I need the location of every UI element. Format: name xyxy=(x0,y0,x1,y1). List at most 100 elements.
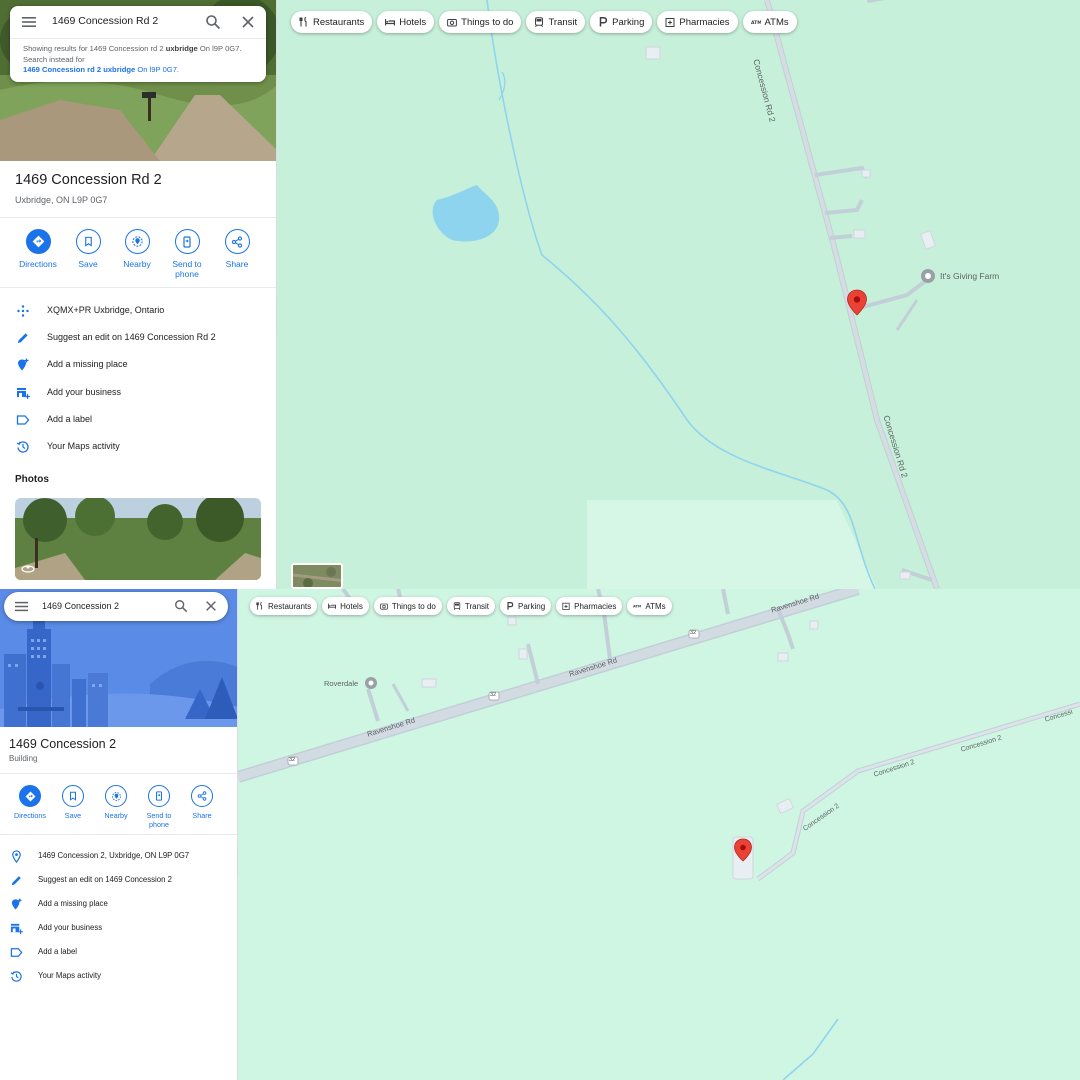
add-business-icon xyxy=(17,388,30,399)
spelling-suggestion: Showing results for 1469 Concession rd 2… xyxy=(23,44,242,74)
phone-icon xyxy=(156,791,162,801)
nearby-button[interactable]: Nearby xyxy=(94,785,138,820)
chip-restaurants[interactable]: Restaurants xyxy=(250,597,318,615)
nearby-icon xyxy=(111,791,121,801)
street-view-photo[interactable] xyxy=(15,498,261,580)
maps-activity-row[interactable]: Your Maps activity xyxy=(0,438,276,458)
add-label-text: Add a label xyxy=(38,947,78,956)
chip-transit[interactable]: Transit xyxy=(526,11,586,33)
suggest-edit-row[interactable]: Suggest an edit on 1469 Concession Rd 2 xyxy=(0,329,276,349)
add-label-row[interactable]: Add a label xyxy=(0,411,276,431)
poi-marker-icon xyxy=(921,269,935,283)
save-button[interactable]: Save xyxy=(51,785,95,820)
add-missing-place-row[interactable]: Add a missing place xyxy=(0,356,276,376)
poi-label[interactable]: Roverdale xyxy=(324,679,358,688)
camera-icon xyxy=(447,19,458,27)
plus-code-icon xyxy=(17,305,29,317)
save-button[interactable]: Save xyxy=(63,229,113,269)
add-place-icon xyxy=(18,358,29,371)
divider xyxy=(0,834,237,835)
map-canvas[interactable]: Concession Rd 2 Concession Rd 2 It's Giv… xyxy=(277,0,1080,589)
hotel-icon xyxy=(385,19,396,26)
add-label-row[interactable]: Add a label xyxy=(0,944,237,962)
divider xyxy=(0,217,276,218)
maps-activity-text: Your Maps activity xyxy=(47,441,120,451)
menu-icon[interactable] xyxy=(22,15,36,29)
directions-button[interactable]: Directions xyxy=(13,229,63,269)
send-to-phone-button[interactable]: Send to phone xyxy=(162,229,212,279)
plus-code-text: XQMX+PR Uxbridge, Ontario xyxy=(47,305,165,315)
maps-activity-row[interactable]: Your Maps activity xyxy=(0,968,237,986)
chip-hotels[interactable]: Hotels xyxy=(322,597,369,615)
add-missing-place-row[interactable]: Add a missing place xyxy=(0,896,237,914)
chip-parking[interactable]: Parking xyxy=(590,11,653,33)
chip-parking[interactable]: Parking xyxy=(500,597,552,615)
chip-atms[interactable]: ATM ATMs xyxy=(627,597,672,615)
chip-things-to-do[interactable]: Things to do xyxy=(439,11,522,33)
close-icon[interactable] xyxy=(240,14,256,30)
search-icon[interactable] xyxy=(205,14,221,30)
search-box: 1469 Concession 2 xyxy=(4,592,228,621)
add-missing-place-text: Add a missing place xyxy=(38,899,108,908)
add-place-icon xyxy=(11,898,22,910)
nearby-button[interactable]: Nearby xyxy=(112,229,162,269)
plus-code-row[interactable]: XQMX+PR Uxbridge, Ontario xyxy=(0,302,276,322)
chip-atms[interactable]: ATM ATMs xyxy=(742,11,797,33)
divider xyxy=(0,287,276,288)
directions-button[interactable]: Directions xyxy=(8,785,52,820)
menu-icon[interactable] xyxy=(15,600,28,613)
share-label: Share xyxy=(225,259,249,269)
send-to-phone-button[interactable]: Send to phone xyxy=(137,785,181,829)
directions-icon xyxy=(32,235,44,248)
street-view-icon xyxy=(21,565,35,573)
chip-transit[interactable]: Transit xyxy=(446,597,496,615)
satellite-layer-toggle[interactable] xyxy=(291,563,343,589)
chip-pharmacies[interactable]: Pharmacies xyxy=(556,597,623,615)
place-address: Uxbridge, ON L9P 0G7 xyxy=(15,195,108,205)
share-button[interactable]: Share xyxy=(212,229,262,269)
place-category: Building xyxy=(9,754,38,763)
label-icon xyxy=(10,948,23,957)
save-label: Save xyxy=(64,811,82,820)
bookmark-icon xyxy=(84,236,92,247)
place-sidebar: 1469 Concession 2 1469 Concession 2 Buil… xyxy=(0,589,238,1080)
svg-text:ATM: ATM xyxy=(633,605,641,609)
nearby-label: Nearby xyxy=(104,811,128,820)
parking-icon xyxy=(599,17,608,27)
hotel-icon xyxy=(328,603,337,609)
chip-restaurants[interactable]: Restaurants xyxy=(291,11,373,33)
chip-things-to-do[interactable]: Things to do xyxy=(373,597,442,615)
directions-label: Directions xyxy=(14,811,46,820)
search-input[interactable]: 1469 Concession Rd 2 xyxy=(52,15,158,27)
search-icon[interactable] xyxy=(174,599,188,613)
chip-pharmacies[interactable]: Pharmacies xyxy=(657,11,738,33)
address-text: 1469 Concession 2, Uxbridge, ON L9P 0G7 xyxy=(38,851,190,860)
map-canvas[interactable]: Ravenshoe Rd Ravenshoe Rd Ravenshoe Rd 3… xyxy=(238,589,1080,1080)
add-business-text: Add your business xyxy=(38,923,103,932)
add-missing-place-text: Add a missing place xyxy=(47,359,128,369)
add-business-row[interactable]: Add your business xyxy=(0,920,237,938)
add-business-row[interactable]: Add your business xyxy=(0,384,276,404)
label-icon xyxy=(16,415,30,425)
restaurant-icon xyxy=(299,17,307,27)
share-button[interactable]: Share xyxy=(180,785,224,820)
place-title: 1469 Concession 2 xyxy=(9,737,117,751)
chip-hotels[interactable]: Hotels xyxy=(377,11,435,33)
poi-label[interactable]: It's Giving Farm xyxy=(940,271,999,281)
pharmacy-icon xyxy=(562,602,570,610)
search-input[interactable]: 1469 Concession 2 xyxy=(42,601,119,611)
maps-activity-text: Your Maps activity xyxy=(38,971,101,980)
place-sidebar: 1469 Concession Rd 2 Showing results for… xyxy=(0,0,277,589)
svg-text:ATM: ATM xyxy=(751,20,761,26)
close-icon[interactable] xyxy=(204,599,218,613)
search-instead-link[interactable]: 1469 Concession rd 2 uxbridge On l9P 0G7… xyxy=(23,65,179,74)
bottom-maps-window: 1469 Concession 2 1469 Concession 2 Buil… xyxy=(0,589,1080,1080)
share-label: Share xyxy=(192,811,212,820)
photos-heading: Photos xyxy=(15,474,49,485)
send-to-phone-label: Send to phone xyxy=(172,259,202,279)
suggest-edit-row[interactable]: Suggest an edit on 1469 Concession 2 xyxy=(0,872,237,890)
nearby-icon xyxy=(131,236,143,247)
address-row[interactable]: 1469 Concession 2, Uxbridge, ON L9P 0G7 xyxy=(0,848,237,866)
map-drawing xyxy=(432,0,940,589)
parking-icon xyxy=(507,602,514,610)
